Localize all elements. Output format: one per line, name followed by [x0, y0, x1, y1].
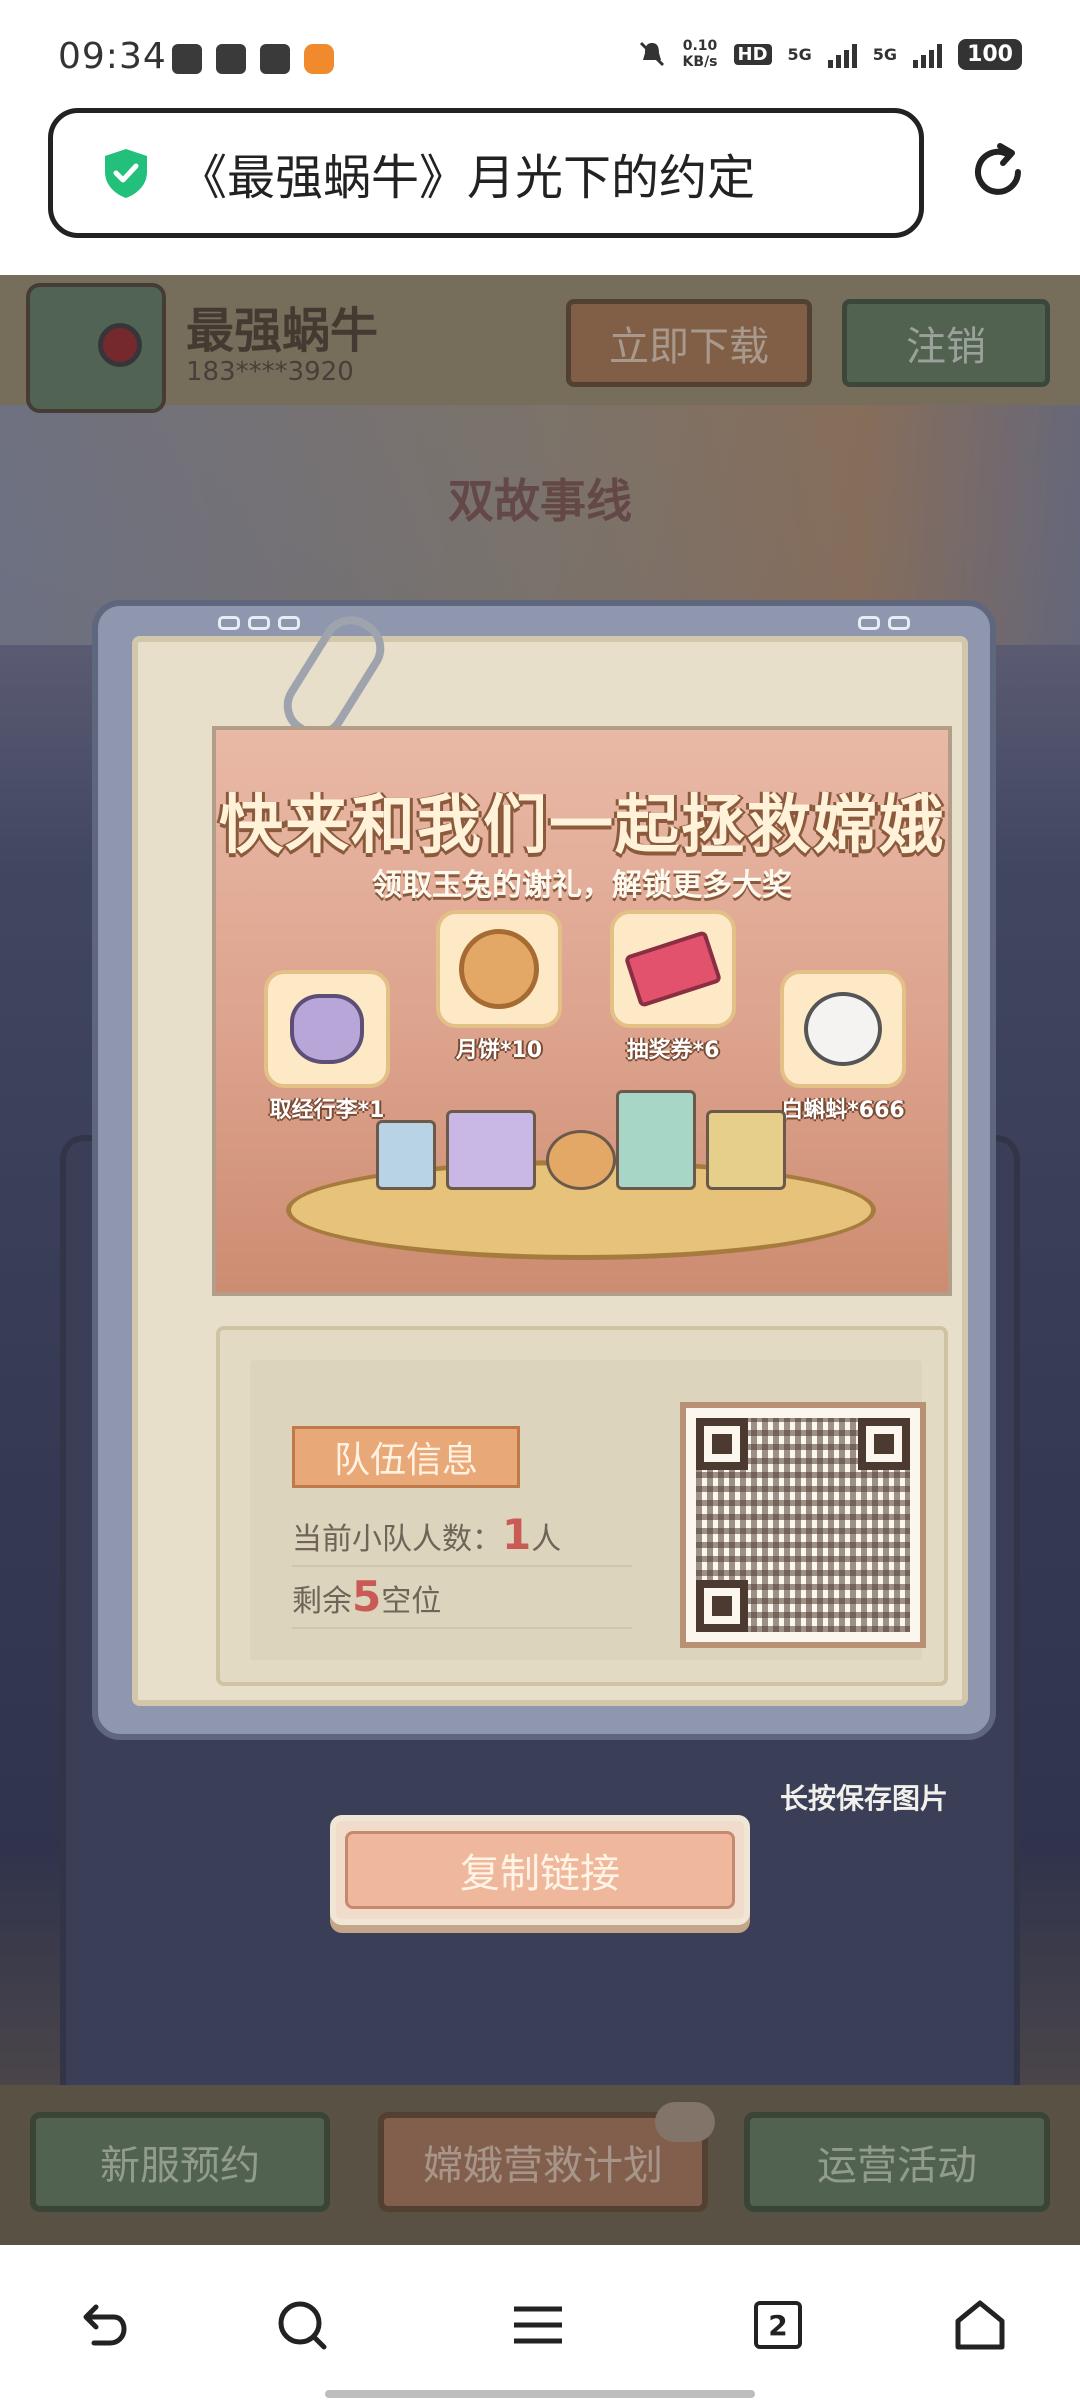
team-members-line: 当前小队人数：1人	[292, 1510, 632, 1567]
net-speed-value: 0.10	[682, 38, 718, 54]
home-icon[interactable]	[950, 2295, 1010, 2355]
status-bar: 09:34 0.10 KB/s HD 5G 5G 100	[0, 0, 1080, 100]
address-bar[interactable]: 《最强蜗牛》月光下的约定	[48, 108, 924, 238]
reward-tadpole: 白蝌蚪*666	[778, 970, 908, 1124]
browser-nav-bar: 2	[0, 2250, 1080, 2400]
long-press-save-hint: 长按保存图片	[780, 1782, 949, 1815]
lottery-ticket-icon	[623, 930, 723, 1008]
battery-indicator: 100	[958, 38, 1022, 70]
frame-bolts-left	[218, 616, 300, 630]
app-notification-icon	[304, 44, 334, 74]
search-icon[interactable]	[272, 2295, 332, 2355]
home-indicator[interactable]	[325, 2390, 755, 2398]
reward-mooncake: 月饼*10	[434, 910, 564, 1064]
gift-box-icon	[376, 1120, 436, 1190]
modal-card: 快来和我们一起拯救嫦娥 领取玉兔的谢礼，解锁更多大奖 取经行李*1 月饼*10 …	[132, 604, 968, 1706]
reward-label: 白蝌蚪*666	[781, 1098, 905, 1123]
team-slots-line: 剩余5空位	[292, 1572, 632, 1629]
qr-finder	[858, 1418, 910, 1470]
notification-icons	[172, 44, 334, 74]
net-speed: 0.10 KB/s	[683, 38, 718, 70]
refresh-icon[interactable]	[966, 140, 1030, 204]
sim1-label: 5G	[787, 44, 812, 64]
clipboard-notification-icon	[216, 44, 246, 74]
tab-count: 2	[754, 2301, 802, 2349]
sim2-label: 5G	[872, 44, 898, 64]
frame-bolts-right	[858, 616, 910, 630]
luggage-bag-icon	[290, 994, 364, 1064]
promo-subtitle: 领取玉兔的谢礼，解锁更多大奖	[372, 868, 792, 903]
gift-pile	[366, 1060, 796, 1190]
back-icon[interactable]	[72, 2295, 132, 2355]
tabs-button[interactable]: 2	[748, 2295, 808, 2355]
mail-notification-icon	[260, 44, 290, 74]
page-title: 《最强蜗牛》月光下的约定	[179, 150, 756, 206]
team-members-count: 1	[502, 1510, 532, 1559]
menu-icon[interactable]	[508, 2295, 568, 2355]
net-speed-unit: KB/s	[682, 54, 718, 70]
white-tadpole-icon	[804, 992, 882, 1066]
qr-finder	[696, 1418, 748, 1470]
signal-2-icon	[913, 40, 943, 68]
mooncake-icon	[459, 929, 539, 1009]
status-right: 0.10 KB/s HD 5G 5G 100	[637, 38, 1022, 70]
copy-link-button[interactable]: 复制链接	[330, 1815, 750, 1925]
invite-modal: 快来和我们一起拯救嫦娥 领取玉兔的谢礼，解锁更多大奖 取经行李*1 月饼*10 …	[92, 600, 996, 1740]
mooncake-icon	[546, 1130, 616, 1190]
copy-link-label: 复制链接	[345, 1831, 735, 1909]
bilibili-notification-icon	[172, 44, 202, 74]
promo-panel: 快来和我们一起拯救嫦娥 领取玉兔的谢礼，解锁更多大奖 取经行李*1 月饼*10 …	[212, 726, 952, 1296]
gift-box-icon	[446, 1110, 536, 1190]
gift-box-icon	[616, 1090, 696, 1190]
status-time: 09:34	[58, 36, 167, 77]
mute-bell-icon	[639, 41, 664, 67]
hd-label: HD	[733, 43, 772, 65]
gift-box-icon	[706, 1110, 786, 1190]
signal-1-icon	[827, 40, 857, 68]
secure-shield-icon	[105, 149, 147, 198]
reward-ticket: 抽奖券*6	[608, 910, 738, 1064]
qr-finder	[696, 1580, 748, 1632]
qr-code[interactable]	[680, 1402, 926, 1648]
promo-title: 快来和我们一起拯救嫦娥	[219, 789, 945, 863]
team-panel: 队伍信息 当前小队人数：1人 剩余5空位	[216, 1326, 948, 1686]
team-slots-count: 5	[352, 1572, 382, 1621]
team-info-badge: 队伍信息	[292, 1426, 520, 1488]
